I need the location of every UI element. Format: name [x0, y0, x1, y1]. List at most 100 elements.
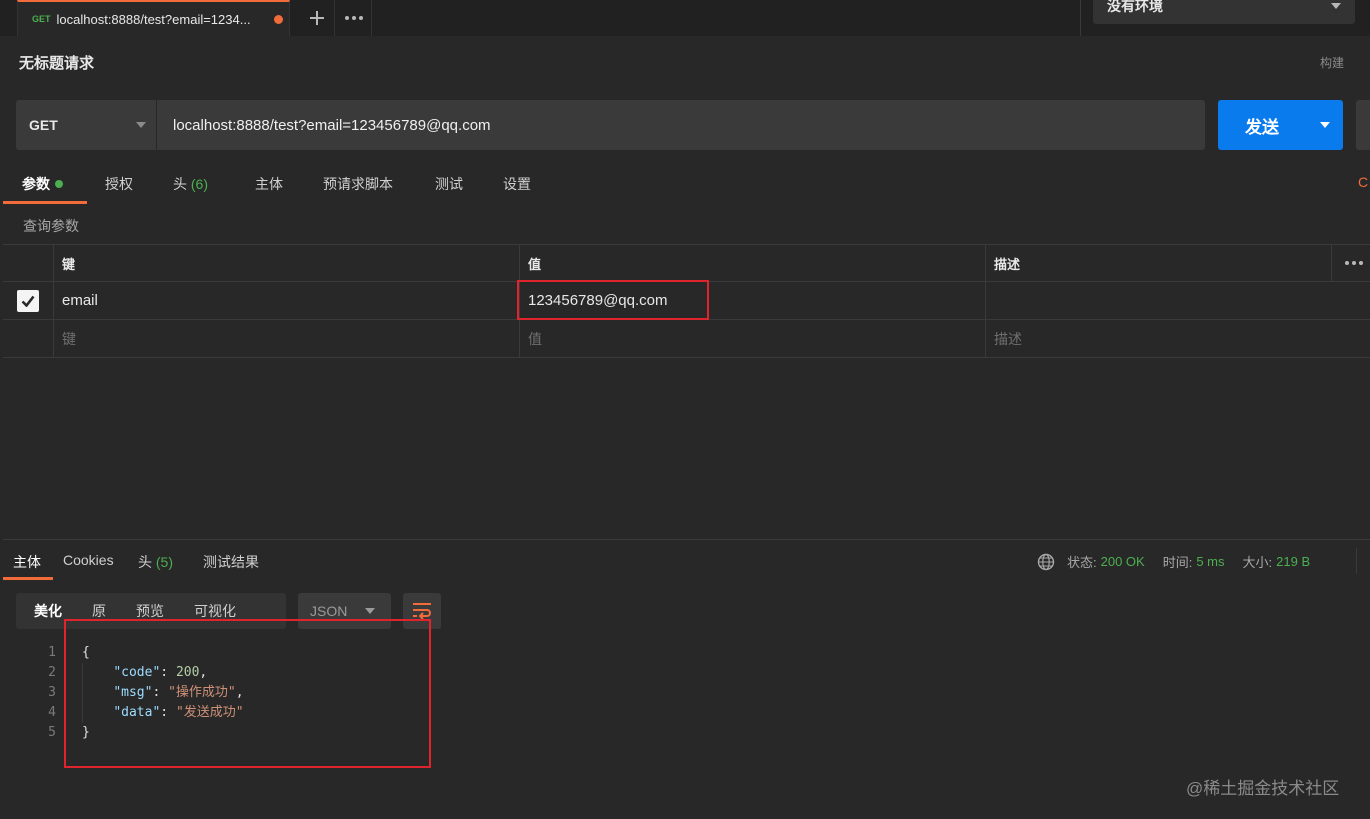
tab-auth[interactable]: 授权	[105, 174, 133, 194]
format-raw-button[interactable]: 原	[77, 601, 121, 621]
response-tab-test-results[interactable]: 测试结果	[203, 552, 259, 572]
url-text: localhost:8888/test?email=123456789@qq.c…	[173, 116, 491, 134]
chevron-down-icon	[1331, 3, 1341, 9]
tab-settings-label: 设置	[503, 176, 531, 192]
divider	[1356, 548, 1357, 574]
line-number: 5	[48, 725, 56, 740]
active-tab-indicator	[3, 577, 53, 580]
highlight-box-response	[64, 619, 431, 768]
time-label: 时间:	[1162, 555, 1193, 570]
chevron-down-icon	[1319, 122, 1330, 128]
column-header-key: 键	[54, 245, 520, 281]
active-tab-indicator	[3, 201, 87, 204]
new-description-placeholder: 描述	[994, 330, 1022, 347]
param-checkbox-cell	[3, 282, 54, 319]
new-key-placeholder: 键	[62, 330, 76, 347]
tab-auth-label: 授权	[105, 176, 133, 192]
param-description-input[interactable]	[986, 282, 1370, 319]
tab-headers-label: 头	[173, 176, 187, 192]
watermark: @稀土掘金技术社区	[1186, 779, 1340, 798]
tab-tests-label: 测试	[435, 176, 463, 192]
tab-prerequest-label: 预请求脚本	[323, 176, 393, 192]
size-value[interactable]: 219 B	[1276, 554, 1310, 569]
response-tab-headers-count: (5)	[155, 554, 174, 570]
format-preview-button[interactable]: 预览	[121, 601, 179, 621]
globe-icon[interactable]	[1037, 553, 1055, 571]
format-type-label: JSON	[310, 603, 348, 619]
tab-params[interactable]: 参数	[22, 174, 63, 194]
request-tab-active[interactable]: GET localhost:8888/test?email=1234...	[17, 0, 290, 36]
tab-settings[interactable]: 设置	[503, 174, 531, 194]
table-header-row: 键 值 描述	[3, 244, 1370, 282]
response-tab-cookies[interactable]: Cookies	[63, 552, 114, 568]
tab-body[interactable]: 主体	[255, 174, 283, 194]
param-key: email	[62, 292, 98, 309]
wrap-lines-icon	[413, 603, 431, 620]
status-value[interactable]: 200 OK	[1101, 554, 1145, 569]
new-value-placeholder: 值	[528, 330, 542, 347]
param-key-input[interactable]: email	[54, 282, 520, 319]
size-label: 大小:	[1242, 555, 1273, 570]
query-params-label: 查询参数	[23, 218, 79, 234]
check-icon	[21, 295, 35, 307]
response-tab-headers[interactable]: 头 (5)	[138, 552, 173, 572]
new-description-input[interactable]: 描述	[986, 320, 1370, 357]
chevron-down-icon	[365, 608, 375, 614]
tab-method-label: GET	[32, 14, 51, 24]
line-number: 1	[48, 645, 56, 660]
tab-params-label: 参数	[22, 176, 50, 192]
method-select[interactable]: GET	[16, 100, 156, 150]
cookies-link[interactable]: C	[1358, 174, 1368, 190]
line-number: 2	[48, 665, 56, 680]
param-checkbox-cell	[3, 320, 54, 357]
more-horizontal-icon	[344, 16, 363, 20]
tab-tests[interactable]: 测试	[435, 174, 463, 194]
divider	[1080, 0, 1081, 36]
column-header-value: 值	[520, 245, 986, 281]
param-enabled-checkbox[interactable]	[17, 289, 39, 312]
request-tab-bar: GET localhost:8888/test?email=1234... 没有…	[0, 0, 1370, 36]
plus-icon	[309, 11, 324, 25]
line-number: 3	[48, 685, 56, 700]
tab-headers-count: (6)	[190, 176, 209, 192]
column-options-button[interactable]	[1331, 245, 1364, 281]
send-button[interactable]: 发送	[1218, 100, 1343, 150]
column-header-description: 描述	[986, 245, 1370, 281]
response-tab-test-results-label: 测试结果	[203, 554, 259, 570]
format-visualize-button[interactable]: 可视化	[179, 601, 251, 621]
send-label: 发送	[1245, 117, 1279, 137]
tab-headers[interactable]: 头 (6)	[173, 174, 208, 194]
environment-select[interactable]: 没有环境	[1093, 0, 1355, 24]
chevron-down-icon	[136, 122, 146, 128]
response-tab-body[interactable]: 主体	[13, 552, 41, 572]
status-dot-icon	[55, 180, 63, 188]
tab-prerequest-script[interactable]: 预请求脚本	[323, 174, 393, 194]
table-header-cell	[3, 245, 54, 281]
line-number: 4	[48, 705, 56, 720]
divider	[3, 539, 1370, 540]
new-value-input[interactable]: 值	[520, 320, 986, 357]
tab-title: localhost:8888/test?email=1234...	[56, 11, 251, 27]
environment-label: 没有环境	[1107, 0, 1163, 14]
method-label: GET	[29, 117, 58, 133]
url-input[interactable]: localhost:8888/test?email=123456789@qq.c…	[157, 100, 1205, 150]
save-button[interactable]	[1356, 100, 1370, 150]
response-status-bar: 状态: 200 OK 时间: 5 ms 大小: 219 B	[1037, 552, 1328, 571]
column-header-description-label: 描述	[994, 256, 1021, 272]
highlight-box-value	[517, 280, 709, 320]
more-horizontal-icon	[1345, 261, 1363, 265]
tab-options-button[interactable]	[336, 0, 372, 36]
table-row-new: 键 值 描述	[3, 320, 1370, 358]
response-tab-body-label: 主体	[13, 554, 41, 570]
request-title[interactable]: 无标题请求	[19, 52, 94, 73]
status-label: 状态:	[1067, 555, 1097, 570]
time-value[interactable]: 5 ms	[1196, 554, 1224, 569]
response-tab-headers-label: 头	[138, 554, 152, 570]
new-key-input[interactable]: 键	[54, 320, 520, 357]
response-tab-cookies-label: Cookies	[63, 552, 114, 568]
tab-body-label: 主体	[255, 176, 283, 192]
new-tab-button[interactable]	[299, 0, 335, 36]
build-link[interactable]: 构建	[1320, 54, 1344, 71]
send-options-button[interactable]	[1306, 122, 1343, 128]
format-pretty-button[interactable]: 美化	[16, 601, 77, 621]
